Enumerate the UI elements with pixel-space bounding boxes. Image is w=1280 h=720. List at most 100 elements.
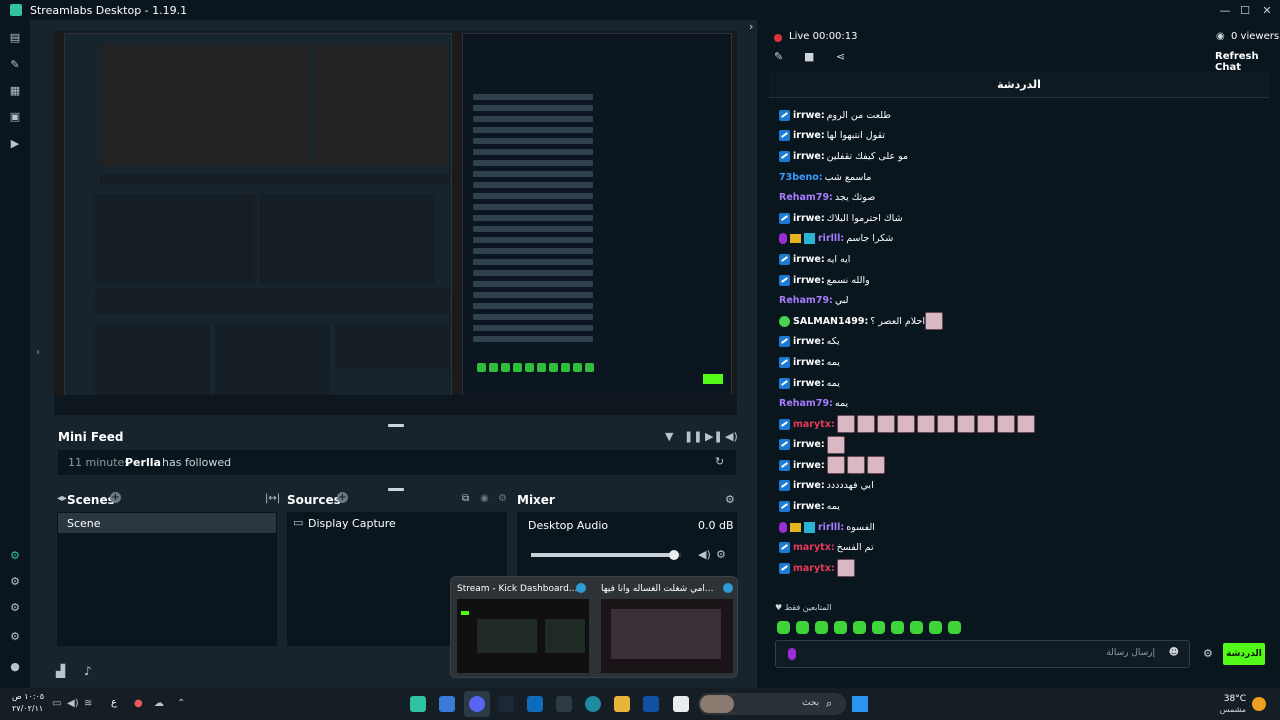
search-box[interactable]: بحث ⌕ [698, 693, 846, 715]
windows-start-icon[interactable] [852, 696, 868, 712]
refresh-chat-button[interactable]: Refresh Chat [1215, 51, 1280, 73]
filter-icon[interactable]: ▼ [665, 430, 673, 443]
scenes-collapse-icon[interactable]: ◂▸ [57, 493, 67, 504]
emote-icon[interactable] [929, 620, 942, 634]
volume-slider[interactable] [531, 550, 681, 560]
emoji-icon[interactable]: ☻ [1169, 647, 1179, 658]
chat-username[interactable]: irrwe: [793, 254, 825, 265]
settings-icon[interactable]: ⚙ [8, 630, 22, 644]
emote-icon[interactable] [948, 620, 961, 634]
chat-input[interactable]: إرسال رسالة ☻ [775, 640, 1190, 668]
chat-username[interactable]: irrwe: [793, 357, 825, 368]
chat-username[interactable]: irrwe: [793, 110, 825, 121]
chat-username[interactable]: marytx: [793, 563, 835, 574]
chat-username[interactable]: SALMAN1499: [793, 316, 868, 327]
maximize-icon[interactable]: ☐ [1234, 0, 1256, 20]
tools-icon[interactable]: ⚙ [8, 601, 22, 615]
emote-icon[interactable] [872, 620, 885, 634]
clock-date[interactable]: ٢٧/٠٢/١١ [12, 704, 43, 713]
emote-icon[interactable] [853, 620, 866, 634]
chevron-up-icon[interactable]: ⌃ [177, 698, 185, 709]
add-scene-icon[interactable]: + [110, 492, 121, 503]
emote-icon[interactable] [891, 620, 904, 634]
studio-mode-icon[interactable]: ⚙ [8, 549, 22, 563]
clock-time[interactable]: ١٠:٠٥ ص [12, 692, 44, 701]
emote-icon[interactable] [815, 620, 828, 634]
steam-taskbar-icon[interactable] [498, 696, 514, 712]
add-source-icon[interactable]: + [337, 492, 348, 503]
feed-refresh-icon[interactable]: ↻ [715, 455, 724, 468]
scene-item[interactable]: Scene [58, 513, 276, 533]
performance-icon[interactable]: ▟ [56, 664, 65, 678]
chat-username[interactable]: irrwe: [793, 275, 825, 286]
mute-icon[interactable]: ◀) [698, 548, 711, 561]
chat-username[interactable]: irrwe: [793, 336, 825, 347]
source-settings-icon[interactable]: ⚙ [498, 493, 507, 504]
streamlabs-taskbar-icon[interactable] [410, 696, 426, 712]
chat-username[interactable]: irrwe: [793, 501, 825, 512]
chat-username[interactable]: Reham79: [779, 295, 833, 306]
app-taskbar-icon[interactable] [439, 696, 455, 712]
play-icon[interactable]: ▶ [8, 137, 22, 151]
emote-icon[interactable] [834, 620, 847, 634]
emote-icon[interactable] [796, 620, 809, 634]
editor-icon[interactable]: ▤ [8, 31, 22, 45]
chat-username[interactable]: irrwe: [793, 378, 825, 389]
resize-handle-feed[interactable] [388, 488, 404, 491]
chat-username[interactable]: irrwe: [793, 480, 825, 491]
chat-username[interactable]: irrwe: [793, 130, 825, 141]
file-explorer-taskbar-icon[interactable] [614, 696, 630, 712]
chat-username[interactable]: marytx: [793, 542, 835, 553]
sources-collapse-icon[interactable]: |↔| [265, 493, 280, 504]
audio-settings-icon[interactable]: ⚙ [716, 548, 726, 561]
share-icon[interactable]: ⋖ [836, 50, 845, 63]
battery-icon[interactable]: ▭ [52, 698, 61, 709]
chat-username[interactable]: Reham79: [779, 192, 833, 203]
chat-username[interactable]: irrwe: [793, 439, 825, 450]
volume-icon[interactable]: ◀) [725, 430, 738, 443]
microphone-icon[interactable]: ● [134, 698, 143, 709]
profile-icon[interactable]: ● [8, 660, 22, 674]
notepad-taskbar-icon[interactable] [673, 696, 689, 712]
onedrive-cloud-icon[interactable]: ☁ [154, 698, 164, 709]
volume-slider-knob[interactable] [668, 550, 679, 560]
themes-icon[interactable]: ✎ [8, 58, 22, 72]
stream-preview[interactable] [54, 31, 737, 415]
chat-username[interactable]: 73beno: [779, 172, 823, 183]
edge-taskbar-icon[interactable] [585, 696, 601, 712]
chat-username[interactable]: irrwe: [793, 213, 825, 224]
skip-icon[interactable]: ▶❚ [705, 430, 723, 443]
mixer-settings-icon[interactable]: ⚙ [725, 493, 735, 506]
thumb-preview-2[interactable] [601, 599, 733, 673]
minimize-icon[interactable]: — [1214, 0, 1236, 20]
notifications-bell-icon[interactable]: ♪ [84, 664, 92, 678]
pause-icon[interactable]: ❚❚ [684, 430, 702, 443]
chat-username[interactable]: rirlll: [818, 522, 844, 533]
weather-temp[interactable]: 38°C [1220, 694, 1246, 704]
chat-username[interactable]: marytx: [793, 419, 835, 430]
emote-icon[interactable] [910, 620, 923, 634]
store-taskbar-icon[interactable] [556, 696, 572, 712]
edit-stream-icon[interactable]: ✎ [774, 50, 783, 63]
thumb-preview-1[interactable] [457, 599, 589, 673]
source-visibility-icon[interactable]: ◉ [480, 493, 489, 504]
collapse-chat-chevron-icon[interactable]: › [749, 20, 753, 33]
chat-username[interactable]: irrwe: [793, 151, 825, 162]
thumb-title-2[interactable]: امي شغلت الغساله وانا فيها... [601, 584, 719, 594]
store-icon[interactable]: ▦ [8, 84, 22, 98]
outlook-taskbar-icon[interactable] [527, 696, 543, 712]
send-chat-button[interactable]: الدردشة [1223, 643, 1265, 665]
chat-username[interactable]: irrwe: [793, 460, 825, 471]
speaker-icon[interactable]: ◀) [67, 698, 79, 709]
language-indicator[interactable]: ع [111, 697, 117, 708]
wifi-icon[interactable]: ≋ [84, 698, 92, 709]
resize-handle-preview[interactable] [388, 424, 404, 427]
layout-icon[interactable]: ⚙ [8, 575, 22, 589]
record-icon[interactable]: ■ [804, 50, 814, 63]
source-folder-icon[interactable]: ⧉ [462, 493, 469, 504]
app-l-taskbar-icon[interactable] [643, 696, 659, 712]
source-label[interactable]: Display Capture [308, 517, 396, 530]
chat-settings-icon[interactable]: ⚙ [1203, 647, 1213, 660]
thumb-title-1[interactable]: Stream - Kick Dashboard... [457, 584, 593, 594]
weather-text[interactable]: مشمس [1218, 705, 1246, 714]
